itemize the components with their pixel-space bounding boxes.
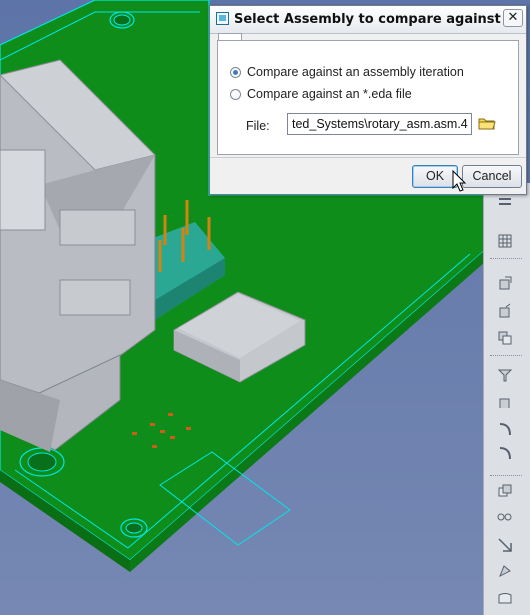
mouse-pointer-icon xyxy=(452,170,467,192)
grid-view-icon[interactable] xyxy=(492,229,518,253)
toolbar-separator xyxy=(490,475,522,476)
option-eda-label: Compare against an *.eda file xyxy=(247,87,412,101)
copy-view-icon[interactable] xyxy=(492,326,518,350)
options-group: Compare against an assembly iteration Co… xyxy=(217,40,519,155)
arc-icon[interactable] xyxy=(492,441,518,465)
close-button[interactable]: ✕ xyxy=(503,9,523,27)
option-iteration-row[interactable]: Compare against an assembly iteration xyxy=(230,65,464,79)
dialog-separator xyxy=(210,157,526,158)
move-icon[interactable] xyxy=(492,533,518,557)
flex-icon[interactable] xyxy=(492,559,518,583)
file-path-field[interactable]: ted_Systems\rotary_asm.asm.4 xyxy=(287,113,472,135)
eda-radio[interactable] xyxy=(230,88,241,100)
right-toolbar xyxy=(483,183,530,615)
option-iteration-label: Compare against an assembly iteration xyxy=(247,65,464,79)
orient-icon[interactable] xyxy=(492,299,518,323)
cancel-button[interactable]: Cancel xyxy=(462,165,522,188)
explode-icon[interactable] xyxy=(492,505,518,529)
dialog-title: Select Assembly to compare against xyxy=(234,12,501,27)
section-icon[interactable] xyxy=(492,363,518,387)
curve-icon[interactable] xyxy=(492,417,518,441)
option-eda-row[interactable]: Compare against an *.eda file xyxy=(230,87,412,101)
spin-center-icon[interactable] xyxy=(492,391,518,415)
copy-icon[interactable] xyxy=(492,479,518,503)
mounting-hole xyxy=(27,452,57,472)
folder-icon[interactable] xyxy=(477,114,497,132)
select-assembly-dialog: Select Assembly to compare against ✕ Com… xyxy=(209,5,527,195)
iteration-radio[interactable] xyxy=(230,66,241,78)
file-label: File: xyxy=(246,119,270,133)
dialog-titlebar[interactable]: Select Assembly to compare against ✕ xyxy=(210,6,526,34)
view-manager-icon[interactable] xyxy=(492,271,518,295)
toolbar-separator xyxy=(490,355,522,356)
mounting-hole xyxy=(125,522,143,534)
annotation-icon[interactable] xyxy=(492,587,518,611)
app-window-icon xyxy=(216,12,229,25)
toolbar-separator xyxy=(490,258,522,259)
mounting-hole xyxy=(113,14,131,26)
